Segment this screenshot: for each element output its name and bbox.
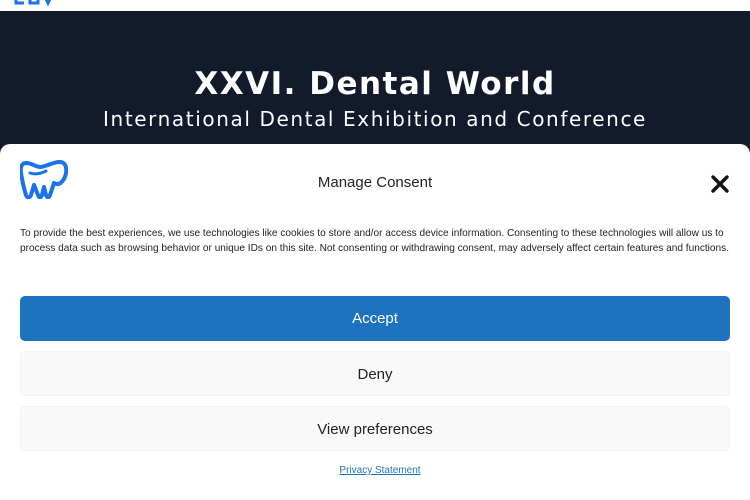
accept-button[interactable]: Accept: [20, 296, 730, 341]
page: XXVI. Dental World International Dental …: [0, 0, 750, 500]
deny-button[interactable]: Deny: [20, 351, 730, 396]
header-logo-icon[interactable]: [14, 0, 56, 7]
privacy-statement-link[interactable]: Privacy Statement: [0, 465, 750, 476]
site-header: [0, 0, 750, 11]
consent-title: Manage Consent: [317, 174, 433, 191]
view-preferences-button[interactable]: View preferences: [20, 406, 730, 451]
cookie-consent-dialog: Manage Consent To provide the best exper…: [0, 144, 750, 500]
consent-description: To provide the best experiences, we use …: [20, 228, 730, 254]
hero-subtitle: International Dental Exhibition and Conf…: [103, 107, 647, 131]
close-icon[interactable]: [708, 172, 732, 196]
hero-title: XXVI. Dental World: [194, 66, 556, 102]
